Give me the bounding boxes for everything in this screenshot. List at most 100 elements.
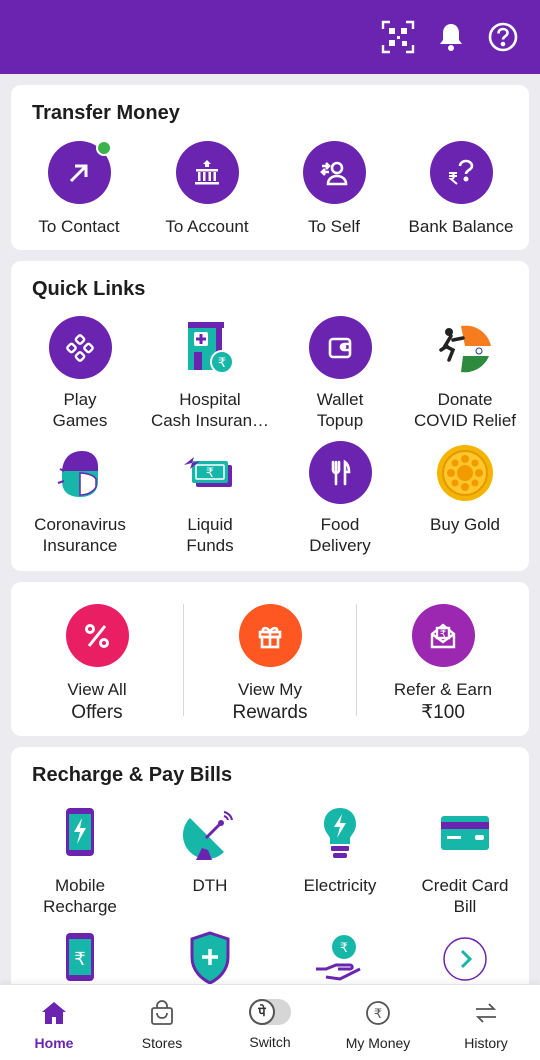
credit-card-bill-button[interactable]: Credit Card Bill	[400, 802, 530, 917]
offer-line2: ₹100	[421, 702, 465, 723]
dth-button[interactable]: DTH	[145, 802, 275, 896]
nav-switch[interactable]: पे Switch	[216, 985, 324, 1060]
credit-card-icon	[434, 802, 497, 865]
divider	[183, 604, 184, 716]
postpaid-button[interactable]: ₹	[15, 927, 145, 990]
item-label: To Account	[165, 217, 249, 236]
bottom-navigation: Home Stores पे Switch ₹ My Money History	[0, 984, 540, 1060]
play-games-button[interactable]: Play Games	[15, 316, 145, 431]
hospital-icon: ₹	[179, 316, 242, 379]
see-more-button[interactable]	[400, 927, 530, 990]
offer-line1: Refer & Earn	[393, 680, 493, 699]
mobile-recharge-button[interactable]: Mobile Recharge	[15, 802, 145, 917]
item-label: Donate COVID Relief	[413, 390, 517, 430]
electricity-button[interactable]: Electricity	[275, 802, 405, 896]
cutlery-icon	[308, 441, 372, 504]
gift-icon	[238, 604, 302, 667]
section-title: Quick Links	[32, 278, 146, 300]
gold-coin-icon	[434, 441, 497, 504]
shield-plus-icon	[179, 927, 242, 990]
history-arrows-icon	[470, 997, 502, 1029]
self-transfer-icon	[302, 141, 366, 204]
item-label: To Self	[308, 217, 360, 236]
wallet-topup-button[interactable]: Wallet Topup	[275, 316, 405, 431]
item-label: Hospital Cash Insuran…	[150, 390, 270, 430]
bank-icon	[175, 141, 239, 204]
rupee-circle-icon: ₹	[362, 997, 394, 1029]
to-account-button[interactable]: To Account	[142, 141, 272, 237]
nav-label: Home	[34, 1035, 74, 1051]
wallet-icon	[308, 316, 372, 379]
mobile-rupee-icon: ₹	[49, 927, 112, 990]
transfer-money-card: Transfer Money To Contact To Account To …	[11, 85, 529, 250]
nav-stores[interactable]: Stores	[108, 985, 216, 1060]
switch-glyph: पे	[249, 999, 275, 1025]
svg-text:₹: ₹	[74, 949, 85, 970]
view-offers-button[interactable]: View All Offers	[12, 604, 182, 725]
nav-my-money[interactable]: ₹ My Money	[324, 985, 432, 1060]
refer-envelope-icon: ₹	[411, 604, 475, 667]
nav-label: History	[464, 1035, 508, 1051]
hospital-cash-button[interactable]: ₹ Hospital Cash Insuran…	[145, 316, 275, 431]
gamepad-icon	[48, 316, 112, 379]
item-label: Food Delivery	[309, 515, 371, 555]
arrow-up-right-icon	[47, 140, 112, 204]
to-contact-button[interactable]: To Contact	[14, 140, 144, 237]
loan-repayment-button[interactable]: ₹	[275, 927, 405, 990]
bank-balance-button[interactable]: Bank Balance	[396, 141, 526, 237]
offer-line2: Offers	[71, 702, 123, 723]
item-label: To Contact	[38, 217, 120, 236]
svg-text:₹: ₹	[440, 629, 446, 640]
offer-line1: View All	[67, 680, 127, 699]
divider	[356, 604, 357, 716]
coronavirus-insurance-button[interactable]: Coronavirus Insurance	[15, 441, 145, 556]
view-rewards-button[interactable]: View My Rewards	[185, 604, 355, 725]
section-title: Transfer Money	[32, 102, 180, 124]
svg-text:₹: ₹	[218, 356, 226, 371]
liquid-funds-button[interactable]: ₹ Liquid Funds	[145, 441, 275, 556]
recharge-card: Recharge & Pay Bills Mobile Recharge DTH…	[11, 747, 529, 1007]
percent-icon	[65, 604, 129, 667]
section-title: Recharge & Pay Bills	[32, 764, 233, 786]
help-icon[interactable]	[486, 20, 520, 54]
item-label: Electricity	[303, 876, 377, 895]
rupee-question-icon	[429, 141, 493, 204]
nav-label: My Money	[345, 1035, 411, 1051]
item-label: Wallet Topup	[316, 390, 364, 430]
item-label: DTH	[192, 876, 228, 895]
mask-icon	[49, 441, 112, 504]
item-label: Play Games	[52, 390, 108, 430]
offer-line1: View My	[238, 680, 302, 699]
shopping-bag-icon	[146, 997, 178, 1029]
refer-earn-button[interactable]: ₹ Refer & Earn ₹100	[358, 604, 528, 725]
donate-flag-icon	[434, 316, 497, 379]
donate-covid-button[interactable]: Donate COVID Relief	[400, 316, 530, 431]
item-label: Credit Card Bill	[421, 876, 509, 916]
chevron-right-icon	[434, 927, 497, 990]
mobile-bolt-icon	[49, 802, 112, 865]
nav-label: Stores	[141, 1035, 183, 1051]
satellite-dish-icon	[179, 802, 242, 865]
qr-code-icon[interactable]	[381, 20, 415, 54]
nav-history[interactable]: History	[432, 985, 540, 1060]
food-delivery-button[interactable]: Food Delivery	[275, 441, 405, 556]
bell-icon[interactable]	[434, 20, 468, 54]
offer-line2: Rewards	[232, 702, 308, 723]
buy-gold-button[interactable]: Buy Gold	[400, 441, 530, 535]
to-self-button[interactable]: To Self	[269, 141, 399, 237]
item-label: Buy Gold	[430, 515, 500, 534]
item-label: Bank Balance	[408, 217, 514, 236]
nav-home[interactable]: Home	[0, 985, 108, 1060]
item-label: Coronavirus Insurance	[34, 515, 126, 555]
money-hand-icon: ₹	[309, 927, 372, 990]
insurance-button[interactable]	[145, 927, 275, 990]
offers-card: View All Offers View My Rewards ₹ Refer …	[11, 582, 529, 736]
nav-label: Switch	[249, 1034, 291, 1050]
quick-links-card: Quick Links Play Games ₹ Hospital Cash I…	[11, 261, 529, 571]
item-label: Liquid Funds	[186, 515, 234, 555]
svg-text:₹: ₹	[340, 941, 348, 956]
home-icon	[38, 997, 70, 1029]
svg-text:₹: ₹	[206, 466, 214, 481]
cash-icon: ₹	[179, 441, 242, 504]
item-label: Mobile Recharge	[43, 876, 117, 916]
